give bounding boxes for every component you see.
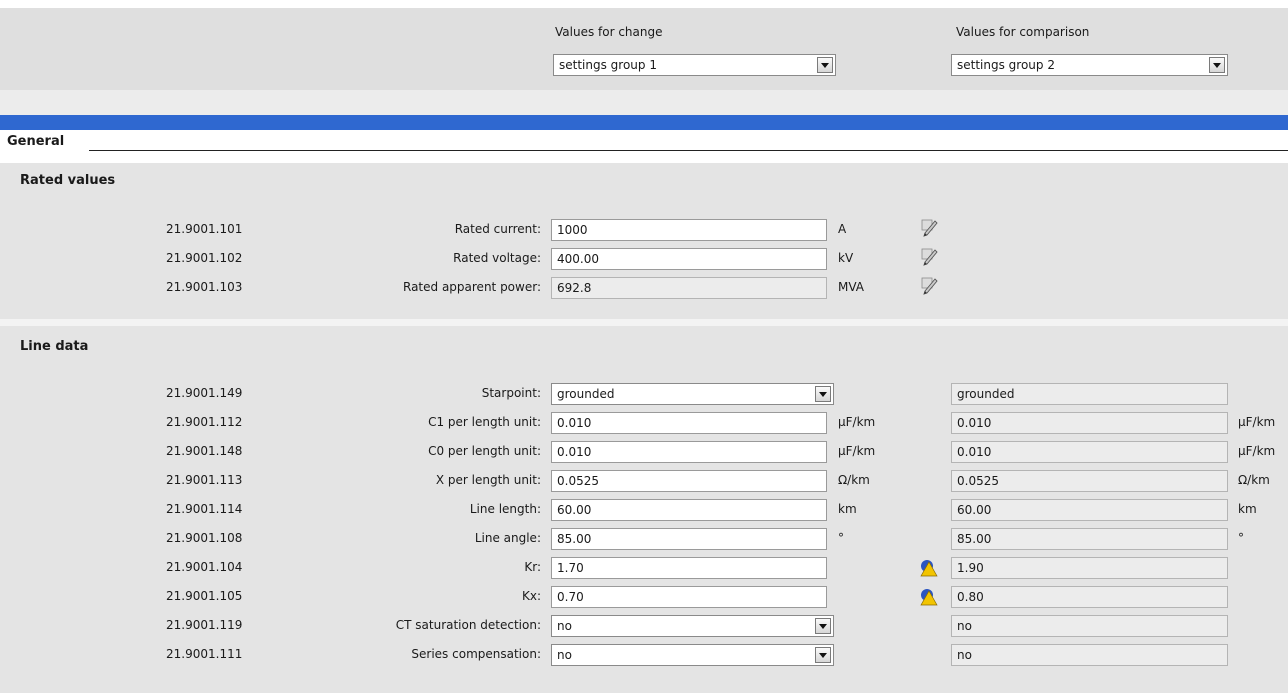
parameter-label: Rated current: — [454, 222, 541, 236]
comparison-value-field: no — [951, 644, 1228, 666]
parameter-id: 21.9001.108 — [166, 531, 243, 545]
comparison-unit-label: Ω/km — [1238, 473, 1270, 487]
parameter-id: 21.9001.114 — [166, 502, 243, 516]
values-for-comparison-select[interactable]: settings group 2 — [951, 54, 1228, 76]
parameter-value-field[interactable]: 0.70 — [551, 586, 827, 608]
parameter-label: Starpoint: — [481, 386, 541, 400]
parameter-value-field[interactable]: 0.010 — [551, 412, 827, 434]
parameter-value-field[interactable]: 1000 — [551, 219, 827, 241]
comparison-unit-label: km — [1238, 502, 1257, 516]
selection-bar — [0, 115, 1288, 130]
line-data-title: Line data — [20, 339, 89, 354]
unit-label: µF/km — [838, 415, 876, 429]
parameter-label: Line angle: — [474, 531, 541, 545]
parameter-label: Series compensation: — [411, 647, 541, 661]
parameter-label: C0 per length unit: — [428, 444, 541, 458]
comparison-unit-label: ° — [1238, 531, 1244, 545]
comparison-value-field: 1.90 — [951, 557, 1228, 579]
edit-pencil-icon[interactable] — [919, 275, 939, 295]
chevron-down-icon[interactable] — [815, 618, 831, 634]
difference-warning-icon — [919, 558, 939, 578]
parameter-value-field[interactable]: 400.00 — [551, 248, 827, 270]
parameter-value-field[interactable]: 60.00 — [551, 499, 827, 521]
general-title: General — [7, 134, 65, 149]
parameter-id: 21.9001.149 — [166, 386, 243, 400]
difference-warning-icon — [919, 587, 939, 607]
rated-values-title: Rated values — [20, 173, 116, 188]
parameter-label: Kr: — [524, 560, 541, 574]
comparison-value-field: 60.00 — [951, 499, 1228, 521]
parameter-label: X per length unit: — [435, 473, 541, 487]
parameter-label: Rated apparent power: — [403, 280, 541, 294]
parameter-value-select[interactable]: grounded — [551, 383, 834, 405]
parameter-value: no — [557, 648, 572, 662]
parameter-id: 21.9001.101 — [166, 222, 243, 236]
header-panel — [0, 8, 1288, 90]
parameter-label: Rated voltage: — [453, 251, 541, 265]
parameter-id: 21.9001.112 — [166, 415, 243, 429]
unit-label: A — [838, 222, 847, 236]
parameter-value: grounded — [557, 387, 615, 401]
values-for-comparison-label: Values for comparison — [956, 25, 1090, 39]
parameter-value-field[interactable]: 0.0525 — [551, 470, 827, 492]
unit-label: km — [838, 502, 857, 516]
comparison-value-field: 85.00 — [951, 528, 1228, 550]
parameter-value-field[interactable]: 0.010 — [551, 441, 827, 463]
parameter-id: 21.9001.148 — [166, 444, 243, 458]
chevron-down-icon[interactable] — [815, 386, 831, 402]
parameter-id: 21.9001.119 — [166, 618, 243, 632]
spacer-band — [0, 90, 1288, 115]
comparison-value-field: 0.80 — [951, 586, 1228, 608]
values-for-comparison-value: settings group 2 — [957, 58, 1055, 72]
parameter-id: 21.9001.104 — [166, 560, 243, 574]
comparison-value-field: no — [951, 615, 1228, 637]
parameter-value: no — [557, 619, 572, 633]
comparison-value-field: 0.010 — [951, 441, 1228, 463]
parameter-value-select[interactable]: no — [551, 644, 834, 666]
unit-label: µF/km — [838, 444, 876, 458]
comparison-value-field: 0.0525 — [951, 470, 1228, 492]
parameter-id: 21.9001.103 — [166, 280, 243, 294]
unit-label: ° — [838, 531, 844, 545]
unit-label: kV — [838, 251, 854, 265]
comparison-unit-label: µF/km — [1238, 444, 1276, 458]
parameter-value-field: 692.8 — [551, 277, 827, 299]
parameter-id: 21.9001.111 — [166, 647, 243, 661]
parameter-value-select[interactable]: no — [551, 615, 834, 637]
values-for-change-value: settings group 1 — [559, 58, 657, 72]
comparison-value-field: 0.010 — [951, 412, 1228, 434]
chevron-down-icon[interactable] — [1209, 57, 1225, 73]
parameter-value-field[interactable]: 1.70 — [551, 557, 827, 579]
parameter-label: Kx: — [521, 589, 541, 603]
unit-label: MVA — [838, 280, 865, 294]
edit-pencil-icon[interactable] — [919, 246, 939, 266]
parameter-value-field[interactable]: 85.00 — [551, 528, 827, 550]
parameter-id: 21.9001.105 — [166, 589, 243, 603]
comparison-value-field: grounded — [951, 383, 1228, 405]
general-header — [0, 130, 1288, 157]
chevron-down-icon[interactable] — [817, 57, 833, 73]
parameter-label: CT saturation detection: — [395, 618, 541, 632]
parameter-label: Line length: — [469, 502, 541, 516]
values-for-change-select[interactable]: settings group 1 — [553, 54, 836, 76]
parameter-label: C1 per length unit: — [428, 415, 541, 429]
unit-label: Ω/km — [838, 473, 870, 487]
comparison-unit-label: µF/km — [1238, 415, 1276, 429]
parameter-id: 21.9001.113 — [166, 473, 243, 487]
section-separator — [0, 319, 1288, 326]
edit-pencil-icon[interactable] — [919, 217, 939, 237]
chevron-down-icon[interactable] — [815, 647, 831, 663]
parameter-id: 21.9001.102 — [166, 251, 243, 265]
general-divider — [89, 150, 1288, 151]
values-for-change-label: Values for change — [555, 25, 663, 39]
